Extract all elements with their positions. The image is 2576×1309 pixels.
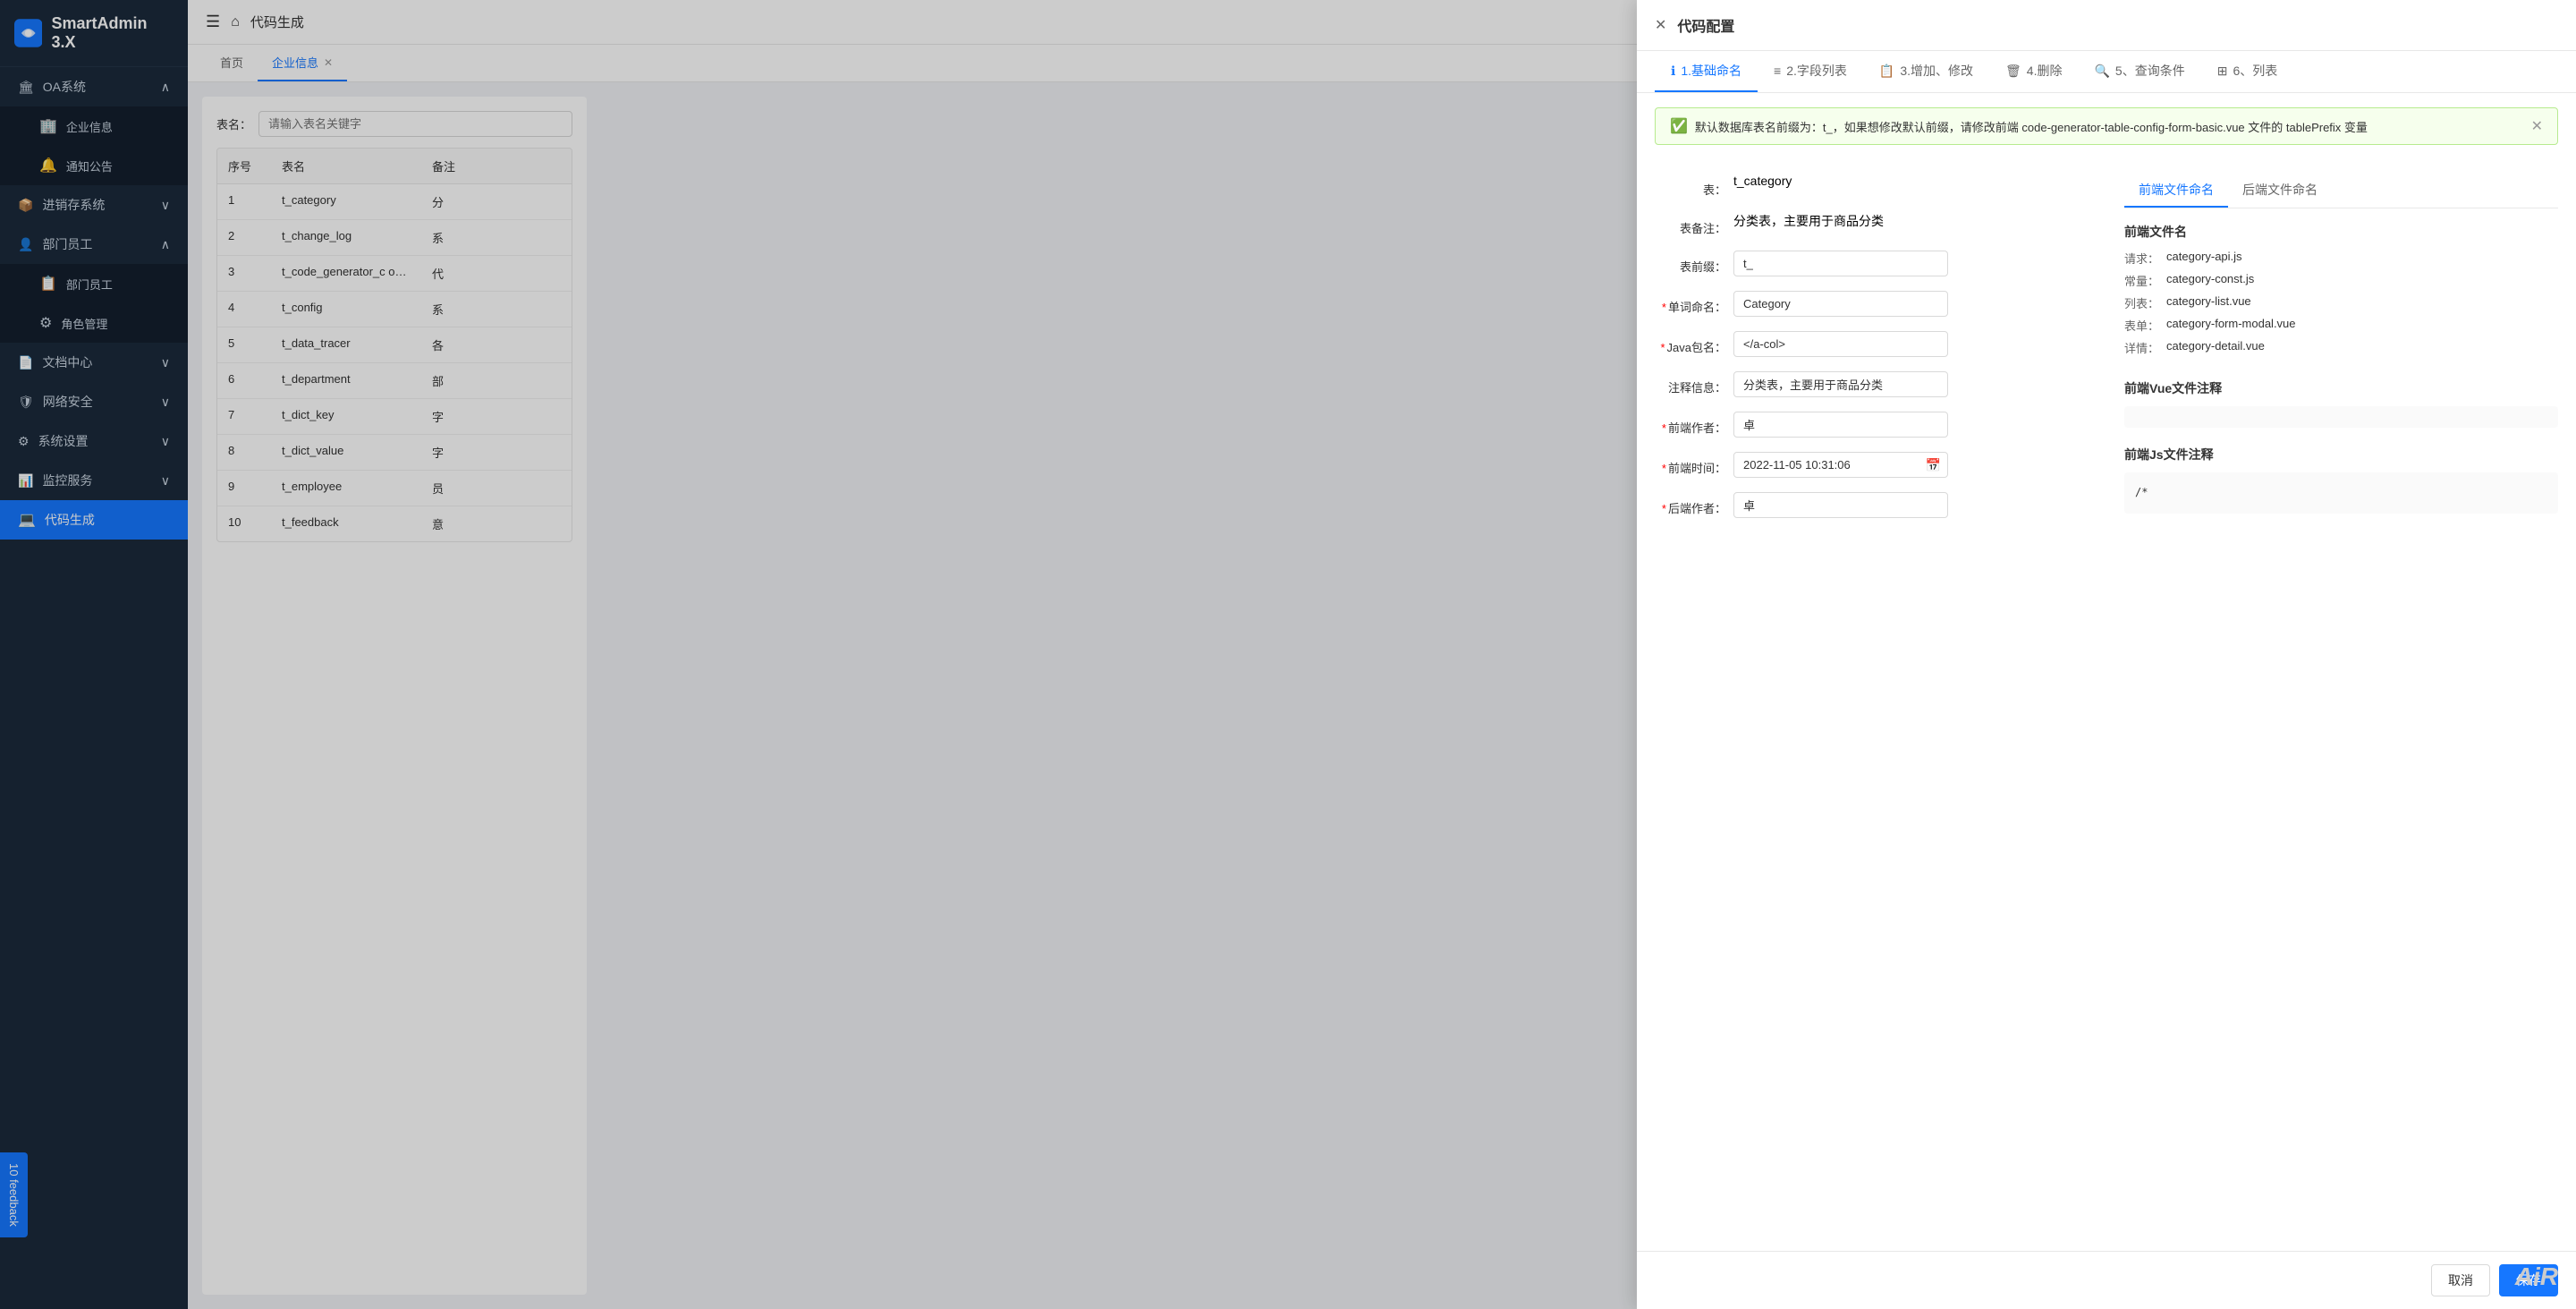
form-row-frontend-time: 前端时间： 📅 (1655, 452, 2089, 478)
java-label: Java包名： (1655, 331, 1726, 355)
add-edit-tab-icon: 📋 (1879, 64, 1894, 79)
form-row-comment: 注释信息： (1655, 371, 2089, 397)
file-item-const: 常量： category-const.js (2124, 272, 2558, 289)
table-label: 表： (1655, 174, 1726, 198)
comment-input[interactable] (1733, 371, 1948, 397)
file-item-detail: 详情： category-detail.vue (2124, 339, 2558, 356)
fields-tab-icon: ≡ (1774, 64, 1781, 78)
java-input[interactable] (1733, 331, 1948, 357)
form-row-word: 单词命名： (1655, 291, 2089, 317)
vue-comment-title: 前端Vue文件注释 (2124, 379, 2558, 397)
modal-tab-add-edit[interactable]: 📋 3.增加、修改 (1863, 51, 1989, 92)
file-item-request: 请求： category-api.js (2124, 250, 2558, 267)
modal-title: 代码配置 (1677, 14, 1734, 36)
add-edit-tab-label: 3.增加、修改 (1900, 62, 1973, 80)
modal-tab-basic[interactable]: ℹ 1.基础命名 (1655, 51, 1758, 92)
prefix-label: 表前缀： (1655, 251, 1726, 275)
modal-tabs: ℹ 1.基础命名 ≡ 2.字段列表 📋 3.增加、修改 🗑 4.删除 🔍 5、查… (1637, 51, 2576, 93)
alert-prefix: ✅ 默认数据库表名前缀为：t_，如果想修改默认前缀，请修改前端 code-gen… (1655, 107, 2558, 145)
basic-tab-label: 1.基础命名 (1681, 62, 1741, 80)
backend-author-label: 后端作者： (1655, 492, 1726, 516)
frontend-time-label: 前端时间： (1655, 452, 1726, 476)
alert-text: 默认数据库表名前缀为：t_，如果想修改默认前缀，请修改前端 code-gener… (1695, 118, 2368, 135)
word-label: 单词命名： (1655, 291, 1726, 315)
form-row-table: 表： t_category (1655, 174, 2089, 198)
query-tab-icon: 🔍 (2094, 64, 2109, 79)
fields-tab-label: 2.字段列表 (1786, 62, 1847, 80)
modal-form: 表： t_category 表备注： 分类表，主要用于商品分类 表前缀： 单词命… (1637, 159, 2576, 546)
file-item-list: 列表： category-list.vue (2124, 294, 2558, 311)
alert-success-icon: ✅ (1670, 117, 1688, 135)
form-row-prefix: 表前缀： (1655, 251, 2089, 276)
backend-author-input[interactable] (1733, 492, 1948, 518)
delete-tab-icon: 🗑 (2005, 64, 2021, 79)
frontend-time-input[interactable] (1733, 452, 1948, 478)
js-comment-section: 前端Js文件注释 /* (2124, 446, 2558, 514)
file-name-tabs: 前端文件命名 后端文件命名 (2124, 174, 2558, 208)
form-left: 表： t_category 表备注： 分类表，主要用于商品分类 表前缀： 单词命… (1655, 174, 2089, 531)
basic-tab-icon: ℹ (1671, 64, 1675, 79)
query-tab-label: 5、查询条件 (2115, 62, 2185, 80)
vue-comment-code (2124, 406, 2558, 428)
frontend-author-input[interactable] (1733, 412, 1948, 438)
frontend-files-section: 前端文件名 请求： category-api.js 常量： category-c… (2124, 223, 2558, 361)
form-right: 前端文件命名 后端文件命名 前端文件名 请求： category-api.js … (2124, 174, 2558, 531)
frontend-files-title: 前端文件名 (2124, 223, 2558, 241)
form-row-java: Java包名： (1655, 331, 2089, 357)
modal-tab-query[interactable]: 🔍 5、查询条件 (2078, 51, 2200, 92)
file-item-form: 表单： category-form-modal.vue (2124, 317, 2558, 334)
alert-close-button[interactable]: ✕ (2531, 117, 2543, 135)
form-row-remark: 表备注： 分类表，主要用于商品分类 (1655, 212, 2089, 236)
file-name-tab-backend[interactable]: 后端文件命名 (2228, 174, 2332, 208)
modal-body: ✅ 默认数据库表名前缀为：t_，如果想修改默认前缀，请修改前端 code-gen… (1637, 93, 2576, 1251)
comment-label: 注释信息： (1655, 371, 1726, 395)
modal-tab-delete[interactable]: 🗑 4.删除 (1989, 51, 2078, 92)
vue-comment-section: 前端Vue文件注释 (2124, 379, 2558, 428)
js-comment-title: 前端Js文件注释 (2124, 446, 2558, 463)
remark-label: 表备注： (1655, 212, 1726, 236)
modal-close-button[interactable]: ✕ (1655, 16, 1666, 34)
js-comment-code: /* (2124, 472, 2558, 514)
form-row-backend-author: 后端作者： (1655, 492, 2089, 518)
calendar-icon: 📅 (1926, 457, 1941, 472)
file-name-tab-frontend[interactable]: 前端文件命名 (2124, 174, 2228, 208)
modal-tab-fields[interactable]: ≡ 2.字段列表 (1758, 51, 1863, 92)
modal-footer: 取消 保存 (1637, 1251, 2576, 1309)
table-value: t_category (1733, 174, 1792, 188)
word-input[interactable] (1733, 291, 1948, 317)
modal-header: ✕ 代码配置 (1637, 0, 2576, 51)
watermark: AiR (2515, 1262, 2558, 1291)
delete-tab-label: 4.删除 (2027, 62, 2063, 80)
form-row-frontend-author: 前端作者： (1655, 412, 2089, 438)
prefix-input[interactable] (1733, 251, 1948, 276)
modal-code-config: ✕ 代码配置 ℹ 1.基础命名 ≡ 2.字段列表 📋 3.增加、修改 🗑 4.删… (1637, 0, 2576, 1309)
remark-value: 分类表，主要用于商品分类 (1733, 212, 1884, 230)
list-tab-label: 6、列表 (2233, 62, 2277, 80)
cancel-button[interactable]: 取消 (2431, 1264, 2490, 1296)
modal-tab-list[interactable]: ⊞ 6、列表 (2201, 51, 2294, 92)
frontend-author-label: 前端作者： (1655, 412, 1726, 436)
list-tab-icon: ⊞ (2217, 64, 2228, 79)
